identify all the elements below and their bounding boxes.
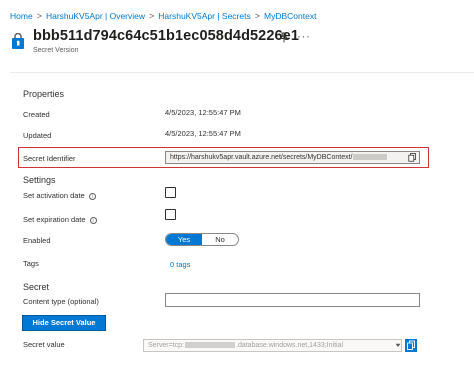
redacted-text — [185, 342, 235, 349]
secret-value-field[interactable]: Server=tcp: .database.windows.net,1433;In… — [143, 339, 402, 352]
settings-heading: Settings — [23, 175, 56, 185]
activation-date-checkbox[interactable] — [165, 187, 176, 198]
created-label: Created — [23, 110, 50, 119]
copy-icon[interactable] — [408, 153, 417, 162]
secret-identifier-label: Secret Identifier — [23, 154, 76, 163]
secret-identifier-field[interactable]: https://harshukv5apr.vault.azure.net/sec… — [165, 151, 420, 164]
content-type-input[interactable] — [165, 293, 420, 307]
info-icon[interactable]: i — [88, 192, 96, 200]
breadcrumb-separator: > — [149, 11, 155, 21]
breadcrumb-home[interactable]: Home — [10, 11, 33, 21]
secret-identifier-value: https://harshukv5apr.vault.azure.net/sec… — [170, 154, 353, 161]
chevron-down-icon[interactable] — [395, 343, 401, 348]
enabled-no-option[interactable]: No — [202, 234, 238, 245]
redacted-text — [353, 154, 388, 161]
properties-heading: Properties — [23, 89, 65, 99]
tags-label: Tags — [23, 259, 39, 268]
updated-label: Updated — [23, 131, 52, 140]
breadcrumb-secret[interactable]: MyDBContext — [264, 11, 316, 21]
breadcrumb-vault-secrets[interactable]: HarshuKV5Apr | Secrets — [158, 11, 250, 21]
page-subtitle: Secret Version — [33, 47, 79, 54]
enabled-yes-option[interactable]: Yes — [166, 234, 202, 245]
hide-secret-value-button[interactable]: Hide Secret Value — [22, 315, 106, 331]
content-type-label: Content type (optional) — [23, 297, 99, 306]
activation-date-label: Set activation date i — [23, 191, 96, 200]
breadcrumb-separator: > — [36, 11, 42, 21]
expiration-date-text: Set expiration date — [23, 215, 86, 224]
page-title: bbb511d794c64c51b1ec058d4d5226e1 — [33, 28, 300, 44]
expiration-date-label: Set expiration date i — [23, 215, 97, 224]
header-divider — [10, 72, 474, 73]
copy-secret-value-button[interactable] — [405, 339, 417, 352]
copy-icon — [407, 340, 415, 350]
breadcrumb: Home > HarshuKV5Apr | Overview > HarshuK… — [10, 11, 316, 21]
key-icon — [12, 33, 24, 49]
secret-value-label: Secret value — [23, 340, 65, 349]
activation-date-text: Set activation date — [23, 191, 85, 200]
secret-heading: Secret — [23, 282, 50, 292]
breadcrumb-separator: > — [254, 11, 260, 21]
enabled-toggle[interactable]: Yes No — [165, 233, 239, 246]
expiration-date-checkbox[interactable] — [165, 209, 176, 220]
breadcrumb-vault-overview[interactable]: HarshuKV5Apr | Overview — [46, 11, 145, 21]
more-options-icon[interactable]: ··· — [297, 29, 311, 43]
secret-value-prefix: Server=tcp: — [148, 342, 184, 349]
info-icon[interactable]: i — [89, 216, 97, 224]
pin-icon[interactable] — [279, 32, 289, 43]
tags-link[interactable]: 0 tags — [170, 260, 190, 269]
enabled-label: Enabled — [23, 236, 51, 245]
updated-value: 4/5/2023, 12:55:47 PM — [165, 129, 241, 138]
secret-value-suffix: .database.windows.net,1433;Initial — [236, 342, 344, 349]
created-value: 4/5/2023, 12:55:47 PM — [165, 108, 241, 117]
